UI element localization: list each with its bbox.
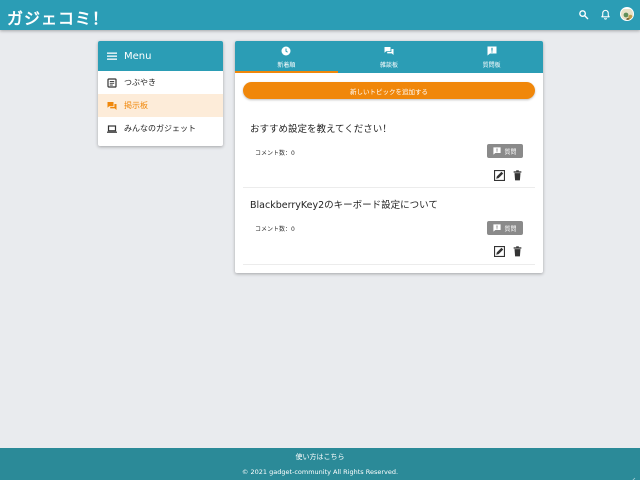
laptop-icon [107,124,117,134]
comment-label: コメント数： [255,226,292,233]
comment-value: 0 [291,150,295,157]
sidebar-item-board[interactable]: 掲示板 [98,94,223,117]
comment-count: コメント数：0 [255,224,295,233]
badge-label: 質問 [504,225,517,233]
bell-icon[interactable] [598,7,612,21]
sidebar-item-gadgets[interactable]: みんなのガジェット [98,117,223,140]
delete-icon[interactable] [512,166,523,181]
sidebar-menu: Menu つぶやき 掲示板 みんなのガジェット [98,41,223,146]
question-badge: 質問 [487,221,523,235]
topics-card: 新着順 雑談板 質問板 新しいトピックを追加する おすすめ設定を教えてください！… [235,41,543,273]
tab-label: 質問板 [482,61,501,69]
sidebar-item-label: みんなのガジェット [124,124,196,133]
question-chat-icon [487,46,497,56]
add-topic-button[interactable]: 新しいトピックを追加する [243,82,535,99]
topic-item[interactable]: おすすめ設定を教えてください！ コメント数：0 質問 [235,121,543,191]
sidebar-title: Menu [124,50,152,62]
app-bar: ガジェコミ！ [0,0,640,30]
forum-icon [107,101,117,111]
how-to-use-link[interactable]: 使い方はこちら [0,452,640,462]
header-actions [576,7,634,21]
clock-icon [281,46,291,56]
sidebar-item-label: つぶやき [124,78,156,87]
tab-label: 新着順 [277,61,296,69]
topic-divider [243,264,535,265]
edit-icon[interactable] [494,166,505,181]
comment-value: 0 [291,226,295,233]
question-badge: 質問 [487,144,523,158]
resize-grip-icon [628,469,636,480]
tab-chat-board[interactable]: 雑談板 [338,41,441,73]
copyright: © 2021 gadget-community All Rights Reser… [241,468,399,476]
badge-label: 質問 [504,148,517,156]
delete-icon[interactable] [512,242,523,257]
tab-question-board[interactable]: 質問板 [440,41,543,73]
sidebar-item-label: 掲示板 [124,101,148,110]
tab-newest[interactable]: 新着順 [235,41,338,73]
topic-title[interactable]: おすすめ設定を教えてください！ [250,121,392,135]
topic-divider [243,187,535,188]
question-chat-icon [493,147,502,155]
search-icon[interactable] [576,7,590,21]
note-icon [107,77,117,88]
forum-icon [384,46,394,56]
question-chat-icon [493,224,502,232]
sidebar-header[interactable]: Menu [98,41,223,71]
comment-count: コメント数：0 [255,148,295,157]
hamburger-icon[interactable] [107,51,117,61]
comment-label: コメント数： [255,150,292,157]
topic-title[interactable]: BlackberryKey2のキーボード設定について [250,197,438,211]
avatar[interactable] [620,7,634,21]
footer: 使い方はこちら © 2021 gadget-community All Righ… [0,448,640,480]
topic-item[interactable]: BlackberryKey2のキーボード設定について コメント数：0 質問 [235,197,543,267]
edit-icon[interactable] [494,242,505,257]
app-title[interactable]: ガジェコミ！ [7,5,109,29]
tab-bar: 新着順 雑談板 質問板 [235,41,543,73]
sidebar-item-tweets[interactable]: つぶやき [98,71,223,94]
tab-label: 雑談板 [380,61,399,69]
